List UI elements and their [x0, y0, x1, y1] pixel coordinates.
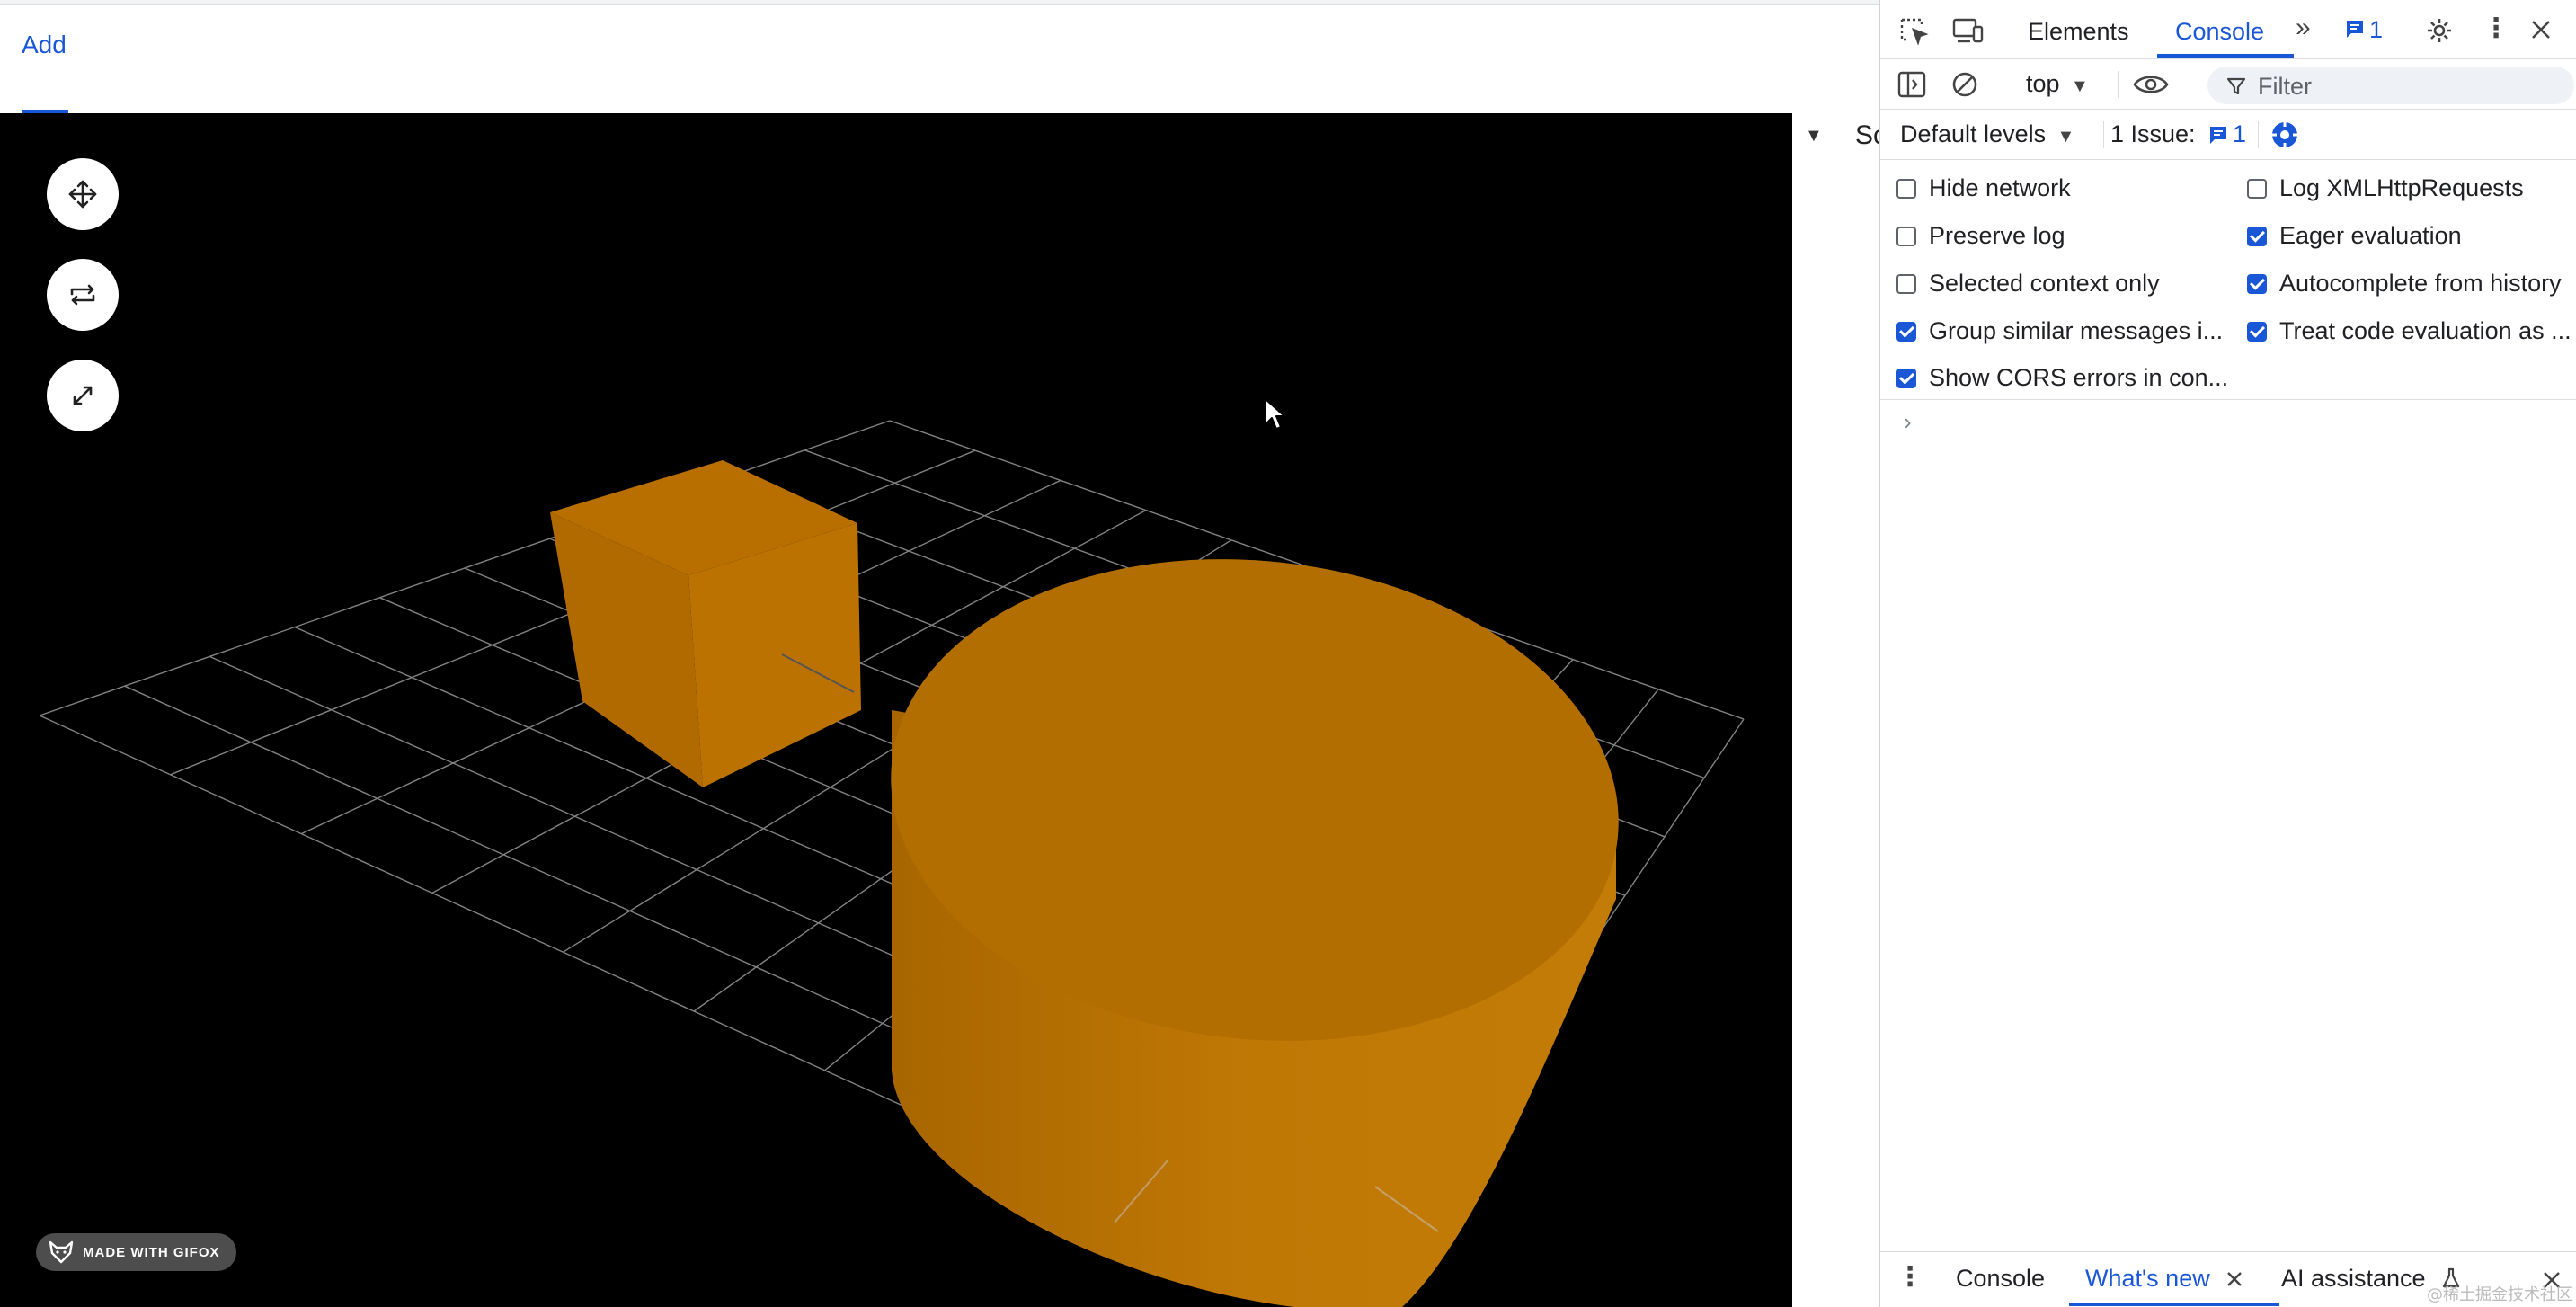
tab-console[interactable]: Console — [2175, 18, 2264, 46]
setting-label: Eager evaluation — [2279, 222, 2462, 249]
gifox-badge: MADE WITH GIFOX — [36, 1233, 236, 1271]
drawer-tab-console[interactable]: Console — [1956, 1265, 2045, 1293]
setting-label: Show CORS errors in con... — [1929, 364, 2229, 391]
devtools-tabbar: Elements Console » 1 ⋮ — [1880, 0, 2576, 59]
setting-label: Group similar messages i... — [1929, 317, 2224, 344]
setting-label: Treat code evaluation as ... — [2279, 317, 2572, 344]
checkbox[interactable] — [2247, 226, 2267, 246]
rotate-icon — [70, 284, 95, 306]
chevron-down-icon: ▼ — [2071, 76, 2089, 96]
side-panel-label: Sc — [1855, 120, 1879, 150]
console-prompt-chevron-icon[interactable]: › — [1904, 408, 1912, 436]
side-panel: ▼ Sc — [1792, 113, 1879, 1307]
scale-icon — [73, 386, 93, 405]
setting-label: Log XMLHttpRequests — [2279, 174, 2524, 201]
app-area: Add MADE WITH GIFOX ▼ S — [0, 0, 1879, 1307]
inspect-element-icon[interactable] — [1898, 16, 1929, 45]
setting-label: Preserve log — [1929, 222, 2065, 249]
fox-logo-icon — [49, 1240, 74, 1264]
issues-badge-count[interactable]: 1 — [2369, 16, 2383, 44]
gifox-badge-label: MADE WITH GIFOX — [83, 1244, 220, 1260]
checkbox[interactable] — [2247, 273, 2267, 294]
filter-input[interactable]: Filter — [2207, 67, 2574, 104]
3d-scene[interactable] — [0, 113, 1792, 1307]
console-settings-gear-icon[interactable] — [2269, 119, 2301, 151]
live-expression-eye-icon[interactable] — [2132, 72, 2170, 97]
clear-console-icon[interactable] — [1950, 70, 1979, 99]
checkbox[interactable] — [1896, 273, 1916, 294]
context-select[interactable]: top ▼ — [2026, 70, 2089, 98]
issues-label[interactable]: 1 Issue: — [2110, 120, 2196, 148]
devtools-panel: Elements Console » 1 ⋮ top ▼ Filter Defa… — [1879, 0, 2576, 1307]
scale-tool-button[interactable] — [47, 360, 119, 431]
gear-icon[interactable] — [2425, 16, 2454, 45]
settings-divider — [1880, 399, 2576, 400]
checkbox[interactable] — [2247, 321, 2267, 342]
mouse-cursor-icon — [1265, 398, 1285, 430]
issues-message-icon[interactable] — [2207, 124, 2229, 146]
setting-eager-evaluation[interactable]: Eager evaluation — [2247, 222, 2462, 250]
checkbox[interactable] — [1896, 368, 1916, 388]
checkbox[interactable] — [1896, 226, 1916, 246]
tab-console-underline — [2157, 54, 2294, 58]
drawer-tab-underline — [2069, 1303, 2279, 1306]
console-toolbar: top ▼ Filter — [1880, 59, 2576, 110]
tab-elements[interactable]: Elements — [2028, 18, 2129, 46]
collapse-caret-icon[interactable]: ▼ — [1805, 126, 1823, 147]
toolbar-separator — [2103, 121, 2104, 148]
close-icon[interactable] — [2529, 18, 2553, 41]
close-tab-icon[interactable] — [2225, 1270, 2243, 1288]
checkbox[interactable] — [2247, 178, 2267, 199]
more-tabs-chevron-icon[interactable]: » — [2296, 13, 2311, 43]
setting-label: Autocomplete from history — [2279, 270, 2562, 297]
setting-preserve-log[interactable]: Preserve log — [1896, 222, 2065, 250]
drawer-tab-ai-assistance[interactable]: AI assistance — [2281, 1265, 2426, 1293]
toolbar-separator — [2118, 71, 2119, 98]
setting-treat-code-evaluation[interactable]: Treat code evaluation as ... — [2247, 317, 2572, 345]
setting-selected-context-only[interactable]: Selected context only — [1896, 270, 2160, 298]
setting-hide-network[interactable]: Hide network — [1896, 174, 2071, 202]
log-levels-select[interactable]: Default levels ▼ — [1900, 120, 2074, 148]
filter-placeholder: Filter — [2258, 73, 2312, 100]
setting-log-xmlhttprequests[interactable]: Log XMLHttpRequests — [2247, 174, 2524, 202]
3d-viewport[interactable]: MADE WITH GIFOX — [0, 113, 1792, 1307]
context-select-value: top — [2026, 70, 2060, 97]
drawer-tab-whats-new[interactable]: What's new — [2085, 1265, 2210, 1293]
rotate-tool-button[interactable] — [47, 259, 119, 331]
device-toolbar-icon[interactable] — [1950, 16, 1985, 45]
move-tool-button[interactable] — [47, 158, 119, 230]
toolbar-separator — [2258, 121, 2259, 148]
issues-count[interactable]: 1 — [2233, 120, 2246, 148]
issues-message-icon[interactable] — [2344, 18, 2366, 40]
chevron-down-icon: ▼ — [2056, 127, 2075, 147]
setting-label: Selected context only — [1929, 270, 2160, 297]
setting-autocomplete-from-history[interactable]: Autocomplete from history — [2247, 270, 2562, 298]
setting-show-cors-errors[interactable]: Show CORS errors in con... — [1896, 364, 2228, 392]
drawer-menu-kebab-icon[interactable]: ⋮ — [1896, 1261, 1923, 1293]
checkbox[interactable] — [1896, 178, 1916, 199]
filter-funnel-icon — [2225, 76, 2247, 97]
sidebar-toggle-icon[interactable] — [1896, 70, 1927, 99]
kebab-menu-icon[interactable]: ⋮ — [2483, 13, 2509, 44]
move-icon — [68, 180, 97, 209]
setting-group-similar-messages[interactable]: Group similar messages i... — [1896, 317, 2223, 345]
top-strip — [0, 0, 1879, 5]
watermark: @稀土掘金技术社区 — [2427, 1285, 2572, 1304]
setting-label: Hide network — [1929, 174, 2071, 201]
orange-cylinder[interactable] — [866, 524, 1642, 1307]
log-levels-value: Default levels — [1900, 120, 2047, 147]
levels-bar: Default levels ▼ 1 Issue: 1 — [1880, 110, 2576, 160]
tab-add[interactable]: Add — [22, 31, 67, 59]
orange-cube[interactable] — [550, 460, 861, 787]
checkbox[interactable] — [1896, 321, 1916, 342]
